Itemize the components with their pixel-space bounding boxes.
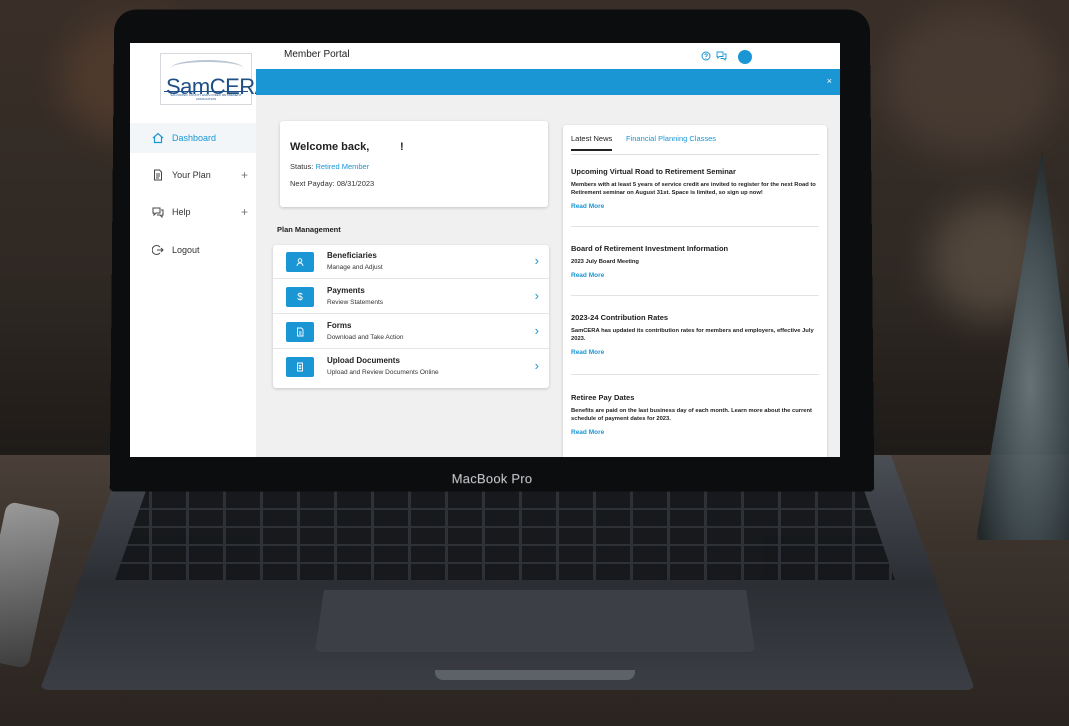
plan-item-name: Beneficiaries (327, 251, 377, 260)
plan-item-name: Payments (327, 286, 365, 295)
read-more-link[interactable]: Read More (571, 272, 819, 279)
status-label: Status: (290, 162, 314, 171)
chevron-right-icon: › (534, 358, 539, 373)
plan-item-beneficiaries[interactable]: Beneficiaries Manage and Adjust › (273, 245, 549, 279)
device-label: MacBook Pro (451, 471, 533, 487)
home-icon (152, 132, 164, 144)
welcome-exclaim: ! (400, 141, 404, 153)
sidebar: SamCERA SAN MATEO COUNTY EMPLOYEES' RETI… (130, 43, 269, 457)
news-title[interactable]: Board of Retirement Investment Informati… (571, 244, 819, 253)
sidebar-item-logout[interactable]: Logout (130, 235, 256, 265)
sidebar-item-label: Dashboard (172, 133, 217, 143)
plan-item-name: Forms (327, 321, 352, 330)
sidebar-item-help[interactable]: Help + (130, 197, 256, 227)
status-value: Retired Member (315, 162, 370, 171)
top-bar: Member Portal (256, 43, 840, 69)
read-more-link[interactable]: Read More (571, 349, 819, 356)
news-item: 2023-24 Contribution Rates SamCERA has u… (571, 313, 819, 375)
member-status: Status: Retired Member (290, 162, 369, 171)
messages-icon[interactable] (716, 48, 727, 66)
news-item: Board of Retirement Investment Informati… (571, 244, 819, 296)
news-item: Upcoming Virtual Road to Retirement Semi… (571, 167, 819, 227)
sidebar-item-label: Logout (172, 245, 200, 255)
news-body: Benefits are paid on the last business d… (571, 408, 812, 422)
chevron-right-icon: › (534, 288, 539, 303)
plan-item-forms[interactable]: Forms Download and Take Action › (273, 315, 549, 349)
news-title[interactable]: 2023-24 Contribution Rates (571, 313, 819, 322)
news-body: SamCERA has updated its contribution rat… (571, 328, 814, 342)
read-more-link[interactable]: Read More (571, 203, 819, 210)
notification-banner: × (256, 69, 840, 95)
logo-tagline: SAN MATEO COUNTY EMPLOYEES' RETIREMENT A… (164, 91, 248, 101)
news-body: Members with at least 5 years of service… (571, 182, 816, 196)
close-icon[interactable]: × (827, 76, 832, 86)
read-more-link[interactable]: Read More (571, 429, 819, 436)
person-icon (286, 252, 314, 272)
avatar[interactable] (738, 50, 752, 64)
logout-icon (152, 244, 164, 256)
expand-plus-icon[interactable]: + (241, 205, 248, 219)
plan-item-name: Upload Documents (327, 356, 400, 365)
trackpad (315, 590, 755, 652)
news-body: 2023 July Board Meeting (571, 259, 639, 265)
plan-item-payments[interactable]: $ Payments Review Statements › (273, 280, 549, 314)
sidebar-item-label: Your Plan (172, 170, 211, 180)
help-icon[interactable] (701, 48, 711, 66)
next-payday: Next Payday: 08/31/2023 (290, 179, 375, 188)
tab-financial-planning-classes[interactable]: Financial Planning Classes (626, 134, 716, 149)
plan-item-sub: Upload and Review Documents Online (327, 369, 439, 376)
top-icons (701, 48, 752, 66)
plan-item-sub: Manage and Adjust (327, 264, 383, 271)
chat-icon (152, 206, 164, 218)
news-tabs: Latest News Financial Planning Classes (571, 134, 819, 155)
welcome-title: Welcome back, (290, 141, 370, 153)
plan-management-card: Beneficiaries Manage and Adjust › $ Paym… (273, 245, 549, 388)
news-title[interactable]: Upcoming Virtual Road to Retirement Semi… (571, 167, 819, 176)
sidebar-item-dashboard[interactable]: Dashboard (130, 123, 256, 153)
tab-latest-news[interactable]: Latest News (571, 134, 613, 151)
chevron-right-icon: › (534, 323, 539, 338)
sidebar-item-your-plan[interactable]: Your Plan + (130, 160, 256, 190)
dollar-icon: $ (286, 287, 314, 307)
news-item: Retiree Pay Dates Benefits are paid on t… (571, 393, 819, 453)
form-icon (286, 322, 314, 342)
page-title: Member Portal (284, 49, 350, 60)
plan-item-sub: Review Statements (327, 299, 383, 306)
news-card: Latest News Financial Planning Classes U… (563, 125, 827, 457)
chevron-right-icon: › (534, 253, 539, 268)
welcome-card: Welcome back, ! Status: Retired Member N… (280, 121, 548, 207)
lid-notch (435, 670, 635, 680)
upload-document-icon (286, 357, 314, 377)
news-title[interactable]: Retiree Pay Dates (571, 393, 819, 402)
plan-item-sub: Download and Take Action (327, 334, 404, 341)
plan-management-title: Plan Management (277, 225, 341, 234)
document-icon (152, 169, 164, 181)
expand-plus-icon[interactable]: + (241, 168, 248, 182)
samcera-logo[interactable]: SamCERA SAN MATEO COUNTY EMPLOYEES' RETI… (160, 53, 269, 105)
sidebar-item-label: Help (172, 207, 191, 217)
plan-item-upload-documents[interactable]: Upload Documents Upload and Review Docum… (273, 350, 549, 384)
keyboard (115, 490, 895, 580)
screen: SamCERA SAN MATEO COUNTY EMPLOYEES' RETI… (130, 43, 840, 457)
